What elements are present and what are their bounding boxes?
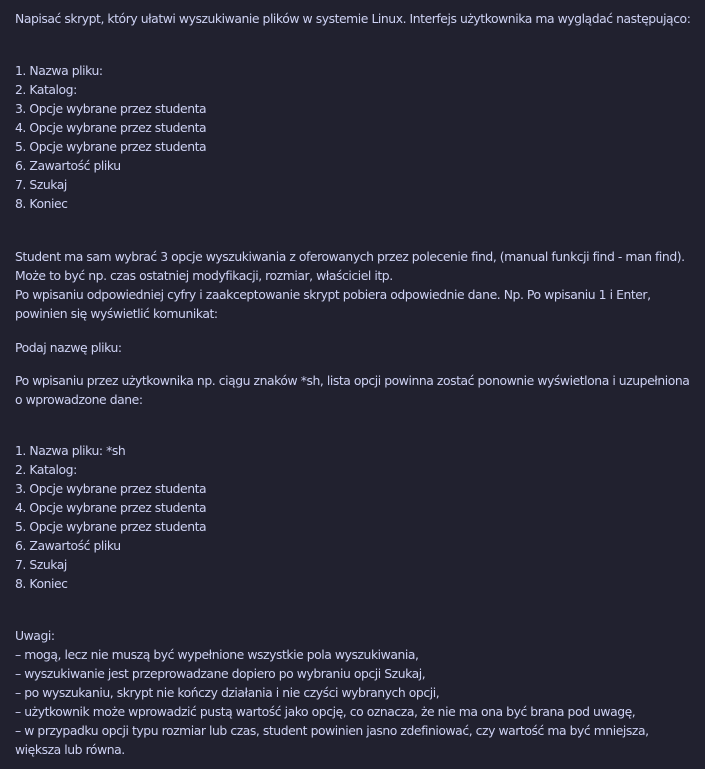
- list-item: 3. Opcje wybrane przez studenta: [15, 101, 207, 116]
- note-item: – użytkownik może wprowadzić pustą warto…: [15, 704, 636, 719]
- list-item: 5. Opcje wybrane przez studenta: [15, 139, 207, 154]
- list-item: 2. Katalog:: [15, 82, 77, 97]
- list-item: 1. Nazwa pliku: *sh: [15, 443, 126, 458]
- notes-title: Uwagi:: [15, 628, 55, 643]
- intro-paragraph: Napisać skrypt, który ułatwi wyszukiwani…: [15, 11, 691, 26]
- menu-list-filled: 1. Nazwa pliku: *sh 2. Katalog: 3. Opcje…: [15, 441, 207, 593]
- prompt-text: Podaj nazwę pliku:: [15, 340, 122, 355]
- note-item: – wyszukiwanie jest przeprowadzane dopie…: [15, 666, 426, 681]
- list-item: 8. Koniec: [15, 576, 68, 591]
- list-item: 6. Zawartość pliku: [15, 158, 121, 173]
- list-item: 4. Opcje wybrane przez studenta: [15, 120, 207, 135]
- list-item: 7. Szukaj: [15, 557, 67, 572]
- input-paragraph: Po wpisaniu odpowiedniej cyfry i zaakcep…: [15, 287, 651, 321]
- list-item: 3. Opcje wybrane przez studenta: [15, 481, 207, 496]
- note-item: – mogą, lecz nie muszą być wypełnione ws…: [15, 647, 419, 662]
- list-item: 2. Katalog:: [15, 462, 77, 477]
- after-input-paragraph: Po wpisaniu przez użytkownika np. ciągu …: [15, 373, 690, 407]
- list-item: 4. Opcje wybrane przez studenta: [15, 500, 207, 515]
- message-document: Napisać skrypt, który ułatwi wyszukiwani…: [0, 0, 705, 769]
- notes-list: – mogą, lecz nie muszą być wypełnione ws…: [15, 645, 690, 759]
- list-item: 7. Szukaj: [15, 177, 67, 192]
- list-item: 6. Zawartość pliku: [15, 538, 121, 553]
- note-item: – w przypadku opcji typu rozmiar lub cza…: [15, 723, 649, 757]
- note-item: – po wyszukaniu, skrypt nie kończy dział…: [15, 685, 440, 700]
- list-item: 8. Koniec: [15, 196, 68, 211]
- menu-list-initial: 1. Nazwa pliku: 2. Katalog: 3. Opcje wyb…: [15, 61, 207, 213]
- list-item: 5. Opcje wybrane przez studenta: [15, 519, 207, 534]
- options-paragraph: Student ma sam wybrać 3 opcje wyszukiwan…: [15, 249, 685, 283]
- list-item: 1. Nazwa pliku:: [15, 63, 103, 78]
